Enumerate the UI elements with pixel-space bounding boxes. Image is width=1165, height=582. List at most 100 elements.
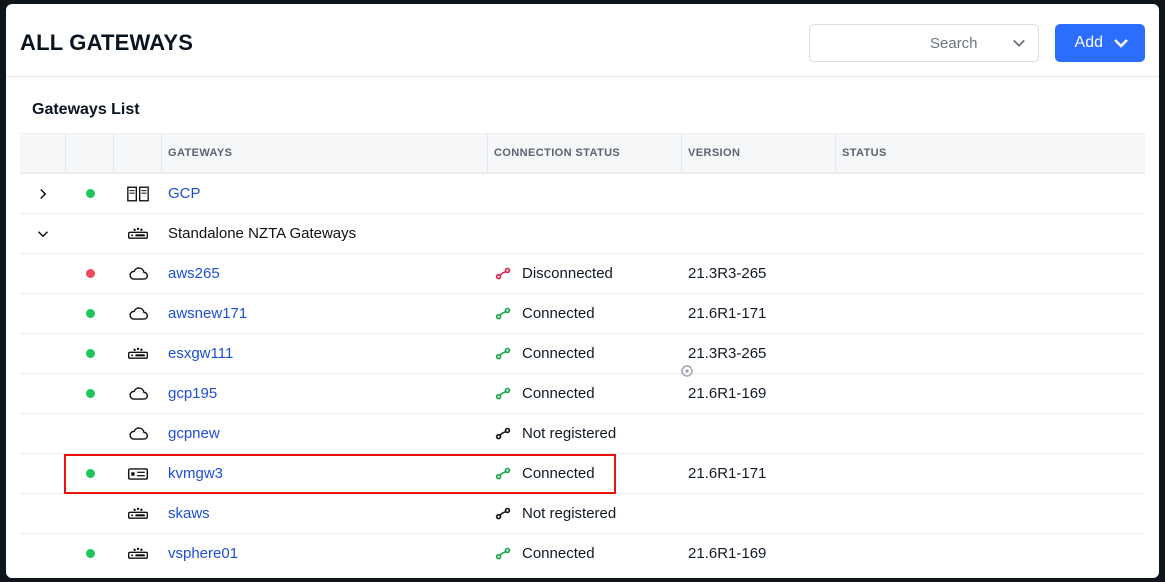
version-cell: 21.6R1-171 — [682, 305, 836, 322]
page-title: ALL GATEWAYS — [20, 30, 193, 56]
status-dot-icon — [86, 309, 95, 318]
list-area: Gateways List GATEWAYS CONNECTION STATUS… — [6, 77, 1159, 573]
col-icon — [114, 134, 162, 172]
chevron-down-icon — [1113, 35, 1129, 51]
appliance-icon — [127, 226, 149, 242]
status-dot-icon — [86, 189, 95, 198]
version-cell: 21.6R1-169 — [682, 385, 836, 402]
version-cell: 21.6R1-171 — [682, 465, 836, 482]
table-header: GATEWAYS CONNECTION STATUS VERSION STATU… — [20, 133, 1145, 173]
gateway-type-icon-cell — [114, 185, 162, 203]
group-name-link[interactable]: GCP — [162, 185, 488, 202]
col-status[interactable]: STATUS — [836, 134, 1066, 172]
appliance-icon — [127, 506, 149, 522]
connection-cell: Connected — [488, 345, 682, 362]
connection-label: Connected — [522, 545, 595, 562]
status-dot-icon — [86, 469, 95, 478]
chevron-down-icon — [37, 228, 49, 240]
status-dot-icon — [86, 389, 95, 398]
version-cell: 21.6R1-169 — [682, 545, 836, 562]
list-title: Gateways List — [20, 101, 1145, 133]
status-dot-icon — [86, 269, 95, 278]
gateway-name-link[interactable]: skaws — [162, 505, 488, 522]
gateway-name-link[interactable]: gcpnew — [162, 425, 488, 442]
search-dropdown[interactable]: Search — [809, 24, 1039, 62]
connection-label: Connected — [522, 385, 595, 402]
status-dot-cell — [66, 189, 114, 198]
version-cell: 21.3R3-265 — [682, 345, 836, 362]
connection-cell: Connected — [488, 465, 682, 482]
connection-label: Connected — [522, 345, 595, 362]
app-frame: ALL GATEWAYS Search Add Gateways List GA… — [6, 4, 1159, 578]
status-dot-icon — [86, 349, 95, 358]
topbar-right: Search Add — [809, 24, 1145, 62]
gateway-type-icon-cell — [114, 386, 162, 402]
gateway-type-icon-cell — [114, 426, 162, 442]
gateway-type-icon-cell — [114, 346, 162, 362]
gateway-name-link[interactable]: vsphere01 — [162, 545, 488, 562]
table-row[interactable]: gcpnewNot registered — [20, 413, 1145, 453]
chevron-right-icon — [37, 188, 49, 200]
table-row[interactable]: kvmgw3 Connected 21.6R1-171 — [20, 453, 1145, 493]
expand-toggle[interactable] — [20, 188, 66, 200]
topbar: ALL GATEWAYS Search Add — [6, 4, 1159, 77]
gateway-type-icon-cell — [114, 546, 162, 562]
col-expand — [20, 134, 66, 172]
table-row[interactable]: awsnew171 Connected 21.6R1-171 — [20, 293, 1145, 333]
group-row-gcp[interactable]: GCP — [20, 173, 1145, 213]
connection-cell: Not registered — [488, 505, 682, 522]
add-button[interactable]: Add — [1055, 24, 1145, 62]
cloud-icon — [127, 386, 149, 402]
gateway-name-link[interactable]: esxgw111 — [162, 345, 488, 362]
col-gateways[interactable]: GATEWAYS — [162, 134, 488, 172]
status-dot-cell — [66, 269, 114, 278]
gateway-type-icon-cell — [114, 467, 162, 481]
card-icon — [127, 467, 149, 481]
cloud-icon — [127, 426, 149, 442]
status-dot-icon — [86, 549, 95, 558]
gateway-type-icon-cell — [114, 306, 162, 322]
connection-label: Connected — [522, 305, 595, 322]
col-status-dot — [66, 134, 114, 172]
connection-icon — [494, 426, 512, 442]
cloud-icon — [127, 306, 149, 322]
connection-label: Disconnected — [522, 265, 613, 282]
connection-label: Not registered — [522, 505, 616, 522]
col-connection[interactable]: CONNECTION STATUS — [488, 134, 682, 172]
cloud-icon — [127, 266, 149, 282]
gateway-name-link[interactable]: aws265 — [162, 265, 488, 282]
group-name-label: Standalone NZTA Gateways — [162, 225, 488, 242]
connection-label: Connected — [522, 465, 595, 482]
table-row[interactable]: skaws Not registered — [20, 493, 1145, 533]
gateways-table: GATEWAYS CONNECTION STATUS VERSION STATU… — [20, 133, 1145, 573]
connection-cell: Connected — [488, 545, 682, 562]
status-dot-cell — [66, 349, 114, 358]
table-row[interactable]: gcp195 Connected 21.6R1-169 — [20, 373, 1145, 413]
chevron-down-icon — [1012, 36, 1026, 50]
table-row[interactable]: aws265 Disconnected 21.3R3-265 — [20, 253, 1145, 293]
connection-cell: Disconnected — [488, 265, 682, 282]
appliance-icon — [127, 346, 149, 362]
connection-icon — [494, 506, 512, 522]
datacenter-icon — [127, 185, 149, 203]
connection-cell: Connected — [488, 305, 682, 322]
table-row[interactable]: vsphere01 Connected 21.6R1-169 — [20, 533, 1145, 573]
gateway-type-icon-cell — [114, 226, 162, 242]
connection-icon — [494, 386, 512, 402]
connection-icon — [494, 466, 512, 482]
status-dot-cell — [66, 309, 114, 318]
connection-icon — [494, 266, 512, 282]
version-cell: 21.3R3-265 — [682, 265, 836, 282]
group-row-standalone[interactable]: Standalone NZTA Gateways — [20, 213, 1145, 253]
table-row[interactable]: esxgw111 Connected 21.3R3-265 — [20, 333, 1145, 373]
gateway-name-link[interactable]: awsnew171 — [162, 305, 488, 322]
connection-cell: Not registered — [488, 425, 682, 442]
gateway-name-link[interactable]: kvmgw3 — [162, 465, 488, 482]
gateway-name-link[interactable]: gcp195 — [162, 385, 488, 402]
connection-icon — [494, 346, 512, 362]
search-label: Search — [930, 35, 978, 52]
collapse-toggle[interactable] — [20, 228, 66, 240]
col-version[interactable]: VERSION — [682, 134, 836, 172]
appliance-icon — [127, 546, 149, 562]
gateway-type-icon-cell — [114, 266, 162, 282]
